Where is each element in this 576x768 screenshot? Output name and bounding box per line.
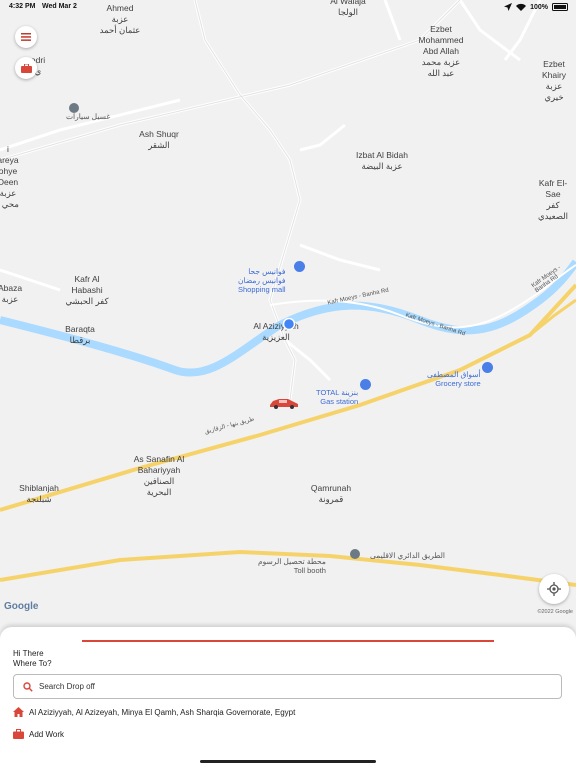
add-work-row[interactable]: Add Work	[13, 729, 64, 739]
toll-pin-icon	[350, 549, 360, 559]
sheet-handle-line	[82, 640, 494, 642]
place-label-shiblanjah: Shiblanjah شبلنجة	[19, 483, 59, 504]
gas-station-pin-icon	[360, 379, 371, 390]
work-briefcase-icon	[13, 729, 24, 739]
car-wash-pin-icon	[69, 103, 79, 113]
home-address-row[interactable]: Al Aziziyyah, Al Azizeyah, Minya El Qamh…	[13, 707, 295, 717]
home-icon	[13, 707, 24, 717]
car-icon	[270, 399, 298, 409]
briefcase-button[interactable]	[15, 57, 37, 79]
menu-button[interactable]	[15, 26, 37, 48]
current-location-icon	[283, 318, 295, 330]
wifi-icon	[516, 3, 527, 11]
poi-total-label: TOTAL بنزينة Gas station	[316, 388, 359, 406]
shopping-pin-icon	[294, 261, 305, 272]
poi-grocery-label: أسواق المصطفى Grocery store	[427, 370, 481, 388]
poi-car-wash[interactable]: غسيل سيارات	[66, 103, 110, 130]
my-location-button[interactable]	[539, 574, 569, 604]
place-label-abaza: Abaza عزبة	[0, 283, 23, 304]
home-address-text: Al Aziziyyah, Al Azizeyah, Minya El Qamh…	[29, 707, 296, 717]
add-work-label: Add Work	[29, 729, 64, 739]
greeting-hi: Hi There	[13, 649, 44, 658]
status-right: 100%	[504, 3, 568, 11]
greeting: Hi There Where To?	[13, 649, 52, 669]
map-canvas	[0, 0, 576, 587]
place-label-sanafin: As Sanafin Al Bahariyyah الصنافين البحري…	[133, 454, 185, 497]
poi-total[interactable]: TOTAL بنزينة Gas station	[316, 379, 358, 406]
status-bar: 4:32 PM Wed Mar 2 100%	[0, 0, 576, 14]
search-icon	[23, 681, 33, 692]
place-label-left-edge: i areya ohye Deen عزبة محي ا	[0, 144, 19, 209]
battery-percent: 100%	[530, 3, 548, 11]
place-label-baraqta: Baraqta برقطا	[65, 324, 95, 345]
greeting-where-to: Where To?	[13, 659, 52, 668]
place-label-qamrunah: Qamrunah قمرونة	[310, 483, 352, 504]
poi-fawanees-label: فوانيس جحا فوانيس رمضان Shopping mall	[238, 267, 286, 294]
search-dropoff-input[interactable]: Search Drop off	[13, 674, 562, 699]
status-date: Wed Mar 2	[42, 3, 77, 10]
hamburger-menu-icon	[21, 33, 31, 41]
battery-icon	[552, 3, 568, 11]
place-label-ash-shuqr: Ash Shuqr الشقر	[139, 129, 179, 150]
map-view[interactable]: Ahmed عزبة عثمان أحمد Al Walaja الولجا E…	[0, 0, 576, 628]
bottom-sheet: Hi There Where To? Search Drop off Al Az…	[0, 627, 576, 768]
poi-fawanees[interactable]: فوانيس جحا فوانيس رمضان Shopping mall	[238, 258, 286, 294]
crosshair-icon	[547, 582, 561, 596]
place-label-kafr-el-sae: Kafr El-Sae كفر الصعيدي	[537, 178, 569, 221]
place-label-izbat-bidah: Izbat Al Bidah عزبة البيضة	[356, 150, 408, 171]
poi-toll[interactable]: محطة تحصيل الرسوم Toll booth	[258, 548, 326, 575]
google-logo: Google	[4, 601, 39, 612]
ring-road-label: الطريق الدائري الاقليمى	[370, 551, 445, 560]
poi-grocery[interactable]: أسواق المصطفى Grocery store	[427, 361, 481, 388]
grocery-pin-icon	[482, 362, 493, 373]
location-arrow-icon	[504, 3, 513, 11]
status-time: 4:32 PM	[9, 3, 36, 10]
place-label-ezbet-khairy: Ezbet Khairy عزبة خيري	[541, 59, 567, 102]
place-label-ezbet-mohammed: Ezbet Mohammed Abd Allah عزبة محمد عبد ا…	[418, 24, 464, 78]
place-label-kafr-habashi: Kafr Al Habashi كفر الحبشي	[65, 274, 109, 306]
poi-toll-label: محطة تحصيل الرسوم Toll booth	[258, 557, 326, 575]
poi-car-wash-label: غسيل سيارات	[66, 112, 111, 121]
home-indicator	[200, 760, 376, 763]
map-copyright: ©2022 Google	[537, 609, 573, 615]
search-placeholder: Search Drop off	[39, 682, 95, 691]
briefcase-icon	[20, 63, 32, 73]
